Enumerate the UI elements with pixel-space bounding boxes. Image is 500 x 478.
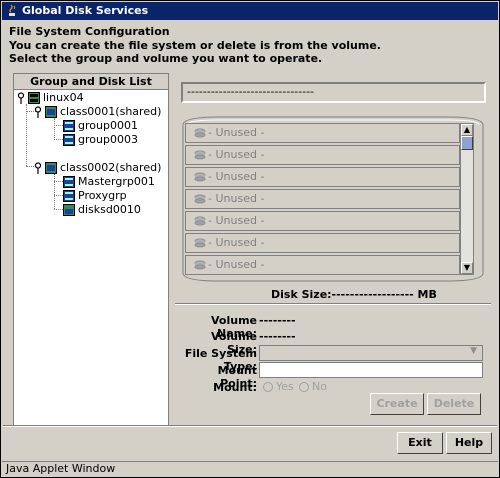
- class-icon: [45, 162, 57, 174]
- group-icon: [63, 190, 75, 202]
- tree-node-label: disksd0010: [78, 203, 141, 216]
- unused-slot-icon: [194, 128, 206, 138]
- tree-node-group[interactable]: group0003: [63, 133, 138, 147]
- scroll-up-button[interactable]: ▲: [461, 124, 473, 136]
- applet-window: Global Disk Services File System Configu…: [0, 0, 500, 478]
- mount-label: Mount:: [213, 381, 257, 394]
- tree-node-label: Mastergrp001: [78, 175, 155, 188]
- create-button[interactable]: Create: [370, 393, 424, 415]
- exit-button[interactable]: Exit: [397, 432, 443, 454]
- tree-node-group[interactable]: Proxygrp: [63, 189, 127, 203]
- scroll-thumb[interactable]: [461, 136, 473, 150]
- header-description: You can create the file system or delete…: [9, 39, 381, 52]
- tree-line: [54, 181, 63, 182]
- mount-yes-radio[interactable]: Yes: [263, 380, 294, 393]
- tree-line: [54, 125, 63, 126]
- tree-node-label: group0001: [78, 119, 138, 132]
- delete-button[interactable]: Delete: [427, 393, 481, 415]
- disk-volume-view: - Unused - - Unused - - Unused - - Unuse…: [179, 115, 487, 283]
- group-disk-list-header: Group and Disk List: [14, 74, 168, 90]
- class-icon: [45, 106, 57, 118]
- status-bar: Java Applet Window: [2, 461, 498, 477]
- window-title: Global Disk Services: [22, 4, 149, 17]
- tree-line: [26, 104, 27, 166]
- unused-slot-icon: [194, 194, 206, 204]
- unused-slot-icon: [194, 172, 206, 182]
- volume-selector[interactable]: --------------------------------: [181, 82, 486, 103]
- volume-slot-label: - Unused -: [208, 192, 265, 205]
- tree-node-group[interactable]: Mastergrp001: [63, 175, 155, 189]
- radio-button-icon: [263, 382, 273, 392]
- unused-slot-icon: [194, 150, 206, 160]
- volume-slot-label: - Unused -: [208, 236, 265, 249]
- header-instruction: Select the group and volume you want to …: [9, 52, 323, 65]
- help-button[interactable]: Help: [446, 432, 492, 454]
- tree-node-label: linux04: [43, 91, 84, 104]
- group-icon: [63, 134, 75, 146]
- tree-node-label: class0002(shared): [60, 161, 162, 174]
- title-bar: Global Disk Services: [2, 2, 498, 20]
- volume-slot-label: - Unused -: [208, 258, 265, 271]
- volume-slot[interactable]: - Unused -: [185, 167, 460, 187]
- volume-slot[interactable]: - Unused -: [185, 211, 460, 231]
- tree-line: [54, 173, 55, 209]
- volume-slot-label: - Unused -: [208, 214, 265, 227]
- unused-slot-icon: [194, 238, 206, 248]
- volume-size-value: --------: [259, 330, 296, 343]
- tree-line: [54, 209, 63, 210]
- tree-node-label: class0001(shared): [60, 105, 162, 118]
- expand-pin-icon[interactable]: [34, 162, 42, 174]
- tree-line: [54, 118, 55, 140]
- scroll-down-button[interactable]: ▼: [461, 262, 473, 274]
- disk-size-label: Disk Size:------------------ MB: [271, 288, 437, 301]
- mount-no-label: No: [312, 380, 327, 393]
- radio-button-icon: [299, 382, 309, 392]
- volume-slot-label: - Unused -: [208, 170, 265, 183]
- volume-slot-label: - Unused -: [208, 148, 265, 161]
- group-disk-list[interactable]: Group and Disk List linux04 class0001(sh…: [13, 73, 169, 427]
- header-title: File System Configuration: [9, 25, 170, 38]
- mount-point-input[interactable]: [259, 362, 483, 378]
- volume-slot[interactable]: - Unused -: [185, 189, 460, 209]
- expand-pin-icon[interactable]: [34, 106, 42, 118]
- host-icon: [28, 92, 40, 104]
- filesystem-type-select[interactable]: ▼: [259, 345, 483, 361]
- bottom-divider: [3, 425, 497, 427]
- volume-slot[interactable]: - Unused -: [185, 255, 460, 275]
- up-arrow-icon: ▲: [463, 125, 471, 134]
- mount-yes-label: Yes: [276, 380, 294, 393]
- volume-slot[interactable]: - Unused -: [185, 233, 460, 253]
- tree-node-group[interactable]: group0001: [63, 119, 138, 133]
- section-divider: [175, 303, 491, 305]
- unused-slot-icon: [194, 216, 206, 226]
- unused-slot-icon: [194, 260, 206, 270]
- tree-line: [54, 195, 63, 196]
- volume-list-scrollbar[interactable]: ▲ ▼: [460, 123, 474, 275]
- disk-icon: [63, 204, 75, 216]
- volume-slot[interactable]: - Unused -: [185, 145, 460, 165]
- tree-node-disk[interactable]: disksd0010: [63, 203, 141, 217]
- tree-node-class[interactable]: class0002(shared): [34, 161, 161, 175]
- volume-slot-label: - Unused -: [208, 126, 265, 139]
- chevron-down-icon: ▼: [470, 346, 477, 356]
- tree-node-class[interactable]: class0001(shared): [34, 105, 161, 119]
- tree-node-label: Proxygrp: [78, 189, 127, 202]
- mount-no-radio[interactable]: No: [299, 380, 327, 393]
- expand-pin-icon[interactable]: [17, 92, 25, 104]
- volume-name-value: --------: [259, 314, 296, 327]
- group-icon: [63, 120, 75, 132]
- tree-line: [54, 139, 63, 140]
- volume-slot[interactable]: - Unused -: [185, 123, 460, 143]
- group-icon: [63, 176, 75, 188]
- down-arrow-icon: ▼: [463, 263, 471, 272]
- tree-node-host[interactable]: linux04: [17, 91, 84, 105]
- java-cup-icon: [9, 4, 16, 16]
- tree-node-label: group0003: [78, 133, 138, 146]
